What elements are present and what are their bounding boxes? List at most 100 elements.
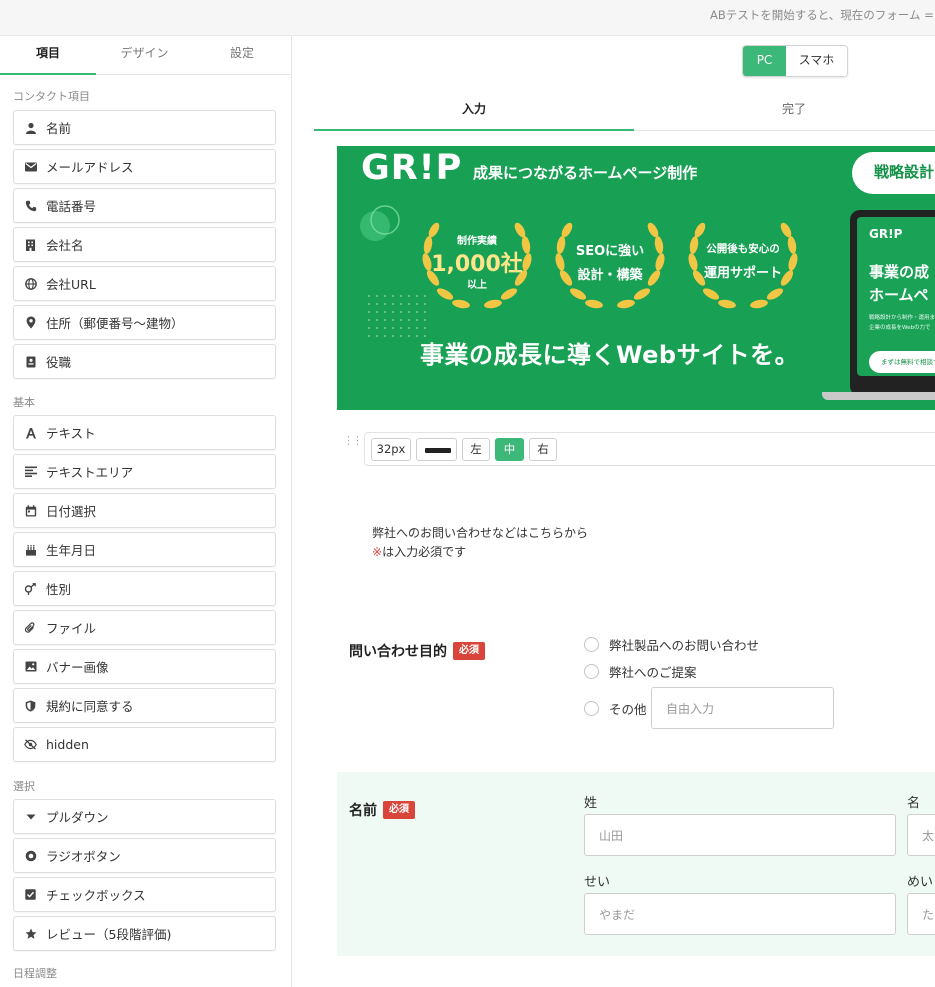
purpose-option-product[interactable]: 弊社製品へのお問い合わせ <box>584 635 759 654</box>
radio-label: 弊社製品へのお問い合わせ <box>609 638 760 653</box>
radio-label: その他 <box>609 702 647 717</box>
sidebar-item-label: 住所（郵便番号〜建物） <box>46 316 184 331</box>
purpose-option-other[interactable]: その他 <box>584 699 647 718</box>
tab-settings[interactable]: 設定 <box>193 36 291 74</box>
first-kana-input[interactable]: た <box>907 893 935 935</box>
radio-icon <box>24 849 37 862</box>
sidebar-item-label: メールアドレス <box>46 160 134 175</box>
align-left-button[interactable]: 左 <box>462 438 490 461</box>
align-right-button[interactable]: 右 <box>529 438 557 461</box>
first-name-input[interactable]: 太 <box>907 814 935 856</box>
purpose-option-proposal[interactable]: 弊社へのご提案 <box>584 662 697 681</box>
sidebar-item-label: 生年月日 <box>46 543 97 558</box>
sidebar-item-textarea[interactable]: テキストエリア <box>13 454 276 489</box>
laptop-heading-line1: 事業の成 <box>869 263 930 281</box>
location-pin-icon <box>24 316 37 329</box>
sidebar-item-hidden[interactable]: hidden <box>13 727 276 762</box>
award-badge: 制作実績 1,000社 以上 <box>415 212 539 316</box>
tab-items[interactable]: 項目 <box>0 36 96 75</box>
required-note-text: は入力必須です <box>382 545 467 559</box>
laptop-base <box>822 392 935 400</box>
sidebar-item-agree-terms[interactable]: 規約に同意する <box>13 688 276 723</box>
award-badge: 公開後も安心の 運用サポート <box>681 212 805 316</box>
sidebar-item-label: 電話番号 <box>46 199 97 214</box>
intro-text: 弊社へのお問い合わせなどはこちらから <box>372 526 589 540</box>
text-icon <box>24 426 37 439</box>
last-kana-input[interactable]: やまだ <box>584 893 896 935</box>
size-button[interactable]: 32px <box>371 438 411 461</box>
sidebar-item-job-title[interactable]: 役職 <box>13 344 276 379</box>
tab-complete[interactable]: 完了 <box>634 94 935 130</box>
banner-image[interactable]: GR!P 成果につながるホームページ制作 戦略設計 制作実績 1,000社 以上… <box>337 146 935 410</box>
group-label-basic: 基本 <box>13 396 35 409</box>
sidebar-item-banner-image[interactable]: バナー画像 <box>13 649 276 684</box>
birthday-cake-icon <box>24 543 37 556</box>
globe-icon <box>24 277 37 290</box>
required-badge: 必須 <box>383 801 415 819</box>
laptop-heading-line2: ホームペ <box>869 286 929 304</box>
purpose-label: 問い合わせ目的 必須 <box>349 641 485 661</box>
sidebar-item-label: レビュー（5段階評価) <box>46 927 172 942</box>
sidebar-item-label: テキスト <box>46 426 96 441</box>
sidebar-item-label: テキストエリア <box>46 465 134 480</box>
sidebar-item-radio[interactable]: ラジオボタン <box>13 838 276 873</box>
shield-icon <box>24 699 37 712</box>
purpose-label-text: 問い合わせ目的 <box>349 644 447 660</box>
award-1-line1: 制作実績 <box>457 236 497 247</box>
pc-view-button[interactable]: PC <box>743 46 786 76</box>
eye-off-icon <box>24 738 37 751</box>
paperclip-icon <box>24 621 37 634</box>
radio-button[interactable] <box>584 637 599 652</box>
sidebar-item-text[interactable]: テキスト <box>13 415 276 450</box>
sidebar-item-label: チェックボックス <box>46 888 146 903</box>
tab-design[interactable]: デザイン <box>96 36 193 74</box>
sidebar-item-address[interactable]: 住所（郵便番号〜建物） <box>13 305 276 340</box>
sidebar-item-review[interactable]: レビュー（5段階評価) <box>13 916 276 951</box>
checkbox-icon <box>24 888 37 901</box>
form-intro: 弊社へのお問い合わせなどはこちらから ※は入力必須です <box>372 524 588 562</box>
color-swatch <box>425 448 451 453</box>
drag-handle-icon[interactable]: ⋮⋮ <box>343 434 363 447</box>
other-free-input[interactable]: 自由入力 <box>651 687 834 729</box>
sidebar-item-gender[interactable]: 性別 <box>13 571 276 606</box>
tab-input[interactable]: 入力 <box>314 94 634 131</box>
sidebar-item-label: 役職 <box>46 355 72 370</box>
sidebar-item-label: ラジオボタン <box>46 849 121 864</box>
group-label-contact: コンタクト項目 <box>13 90 90 103</box>
radio-button[interactable] <box>584 701 599 716</box>
sidebar-item-dropdown[interactable]: プルダウン <box>13 799 276 834</box>
sidebar-item-email[interactable]: メールアドレス <box>13 149 276 184</box>
align-center-button[interactable]: 中 <box>495 438 524 461</box>
image-icon <box>24 660 37 673</box>
sidebar-item-company[interactable]: 会社名 <box>13 227 276 262</box>
award-1-line2: 1,000社 <box>431 252 523 277</box>
textarea-icon <box>24 465 37 478</box>
radio-button[interactable] <box>584 664 599 679</box>
first-kana-label: めい <box>907 875 934 890</box>
laptop-cta: まずは無料で相談す <box>869 351 935 373</box>
laptop-screen: GR!P 事業の成 ホームペ 戦略設計から制作・運用ま 企業の成長をWebの力で… <box>857 217 935 376</box>
last-name-input[interactable]: 山田 <box>584 814 896 856</box>
required-badge: 必須 <box>453 642 485 660</box>
color-button[interactable] <box>416 438 457 461</box>
sidebar-item-name[interactable]: 名前 <box>13 110 276 145</box>
laptop-subtext: 戦略設計から制作・運用ま 企業の成長をWebの力で <box>869 313 935 333</box>
sidebar-item-birthday[interactable]: 生年月日 <box>13 532 276 567</box>
banner-headline: 事業の成長に導くWebサイトを。 <box>420 341 800 369</box>
device-toggle: PC スマホ <box>742 45 848 77</box>
sidebar-item-label: 会社名 <box>46 238 84 253</box>
sidebar-item-company-url[interactable]: 会社URL <box>13 266 276 301</box>
mobile-view-button[interactable]: スマホ <box>786 46 847 76</box>
sidebar-item-phone[interactable]: 電話番号 <box>13 188 276 223</box>
person-icon <box>24 121 37 134</box>
sidebar-item-checkbox[interactable]: チェックボックス <box>13 877 276 912</box>
sidebar-item-date[interactable]: 日付選択 <box>13 493 276 528</box>
sidebar-item-label: プルダウン <box>46 810 109 825</box>
ab-test-message: ABテストを開始すると、現在のフォーム = A <box>710 8 935 22</box>
sidebar-item-file[interactable]: ファイル <box>13 610 276 645</box>
group-label-select: 選択 <box>13 780 35 793</box>
star-icon <box>24 927 37 940</box>
sidebar-tabs: 項目 デザイン 設定 <box>0 36 291 75</box>
first-name-label: 名 <box>907 796 921 811</box>
laptop-subtext-line2: 企業の成長をWebの力で <box>869 325 931 331</box>
